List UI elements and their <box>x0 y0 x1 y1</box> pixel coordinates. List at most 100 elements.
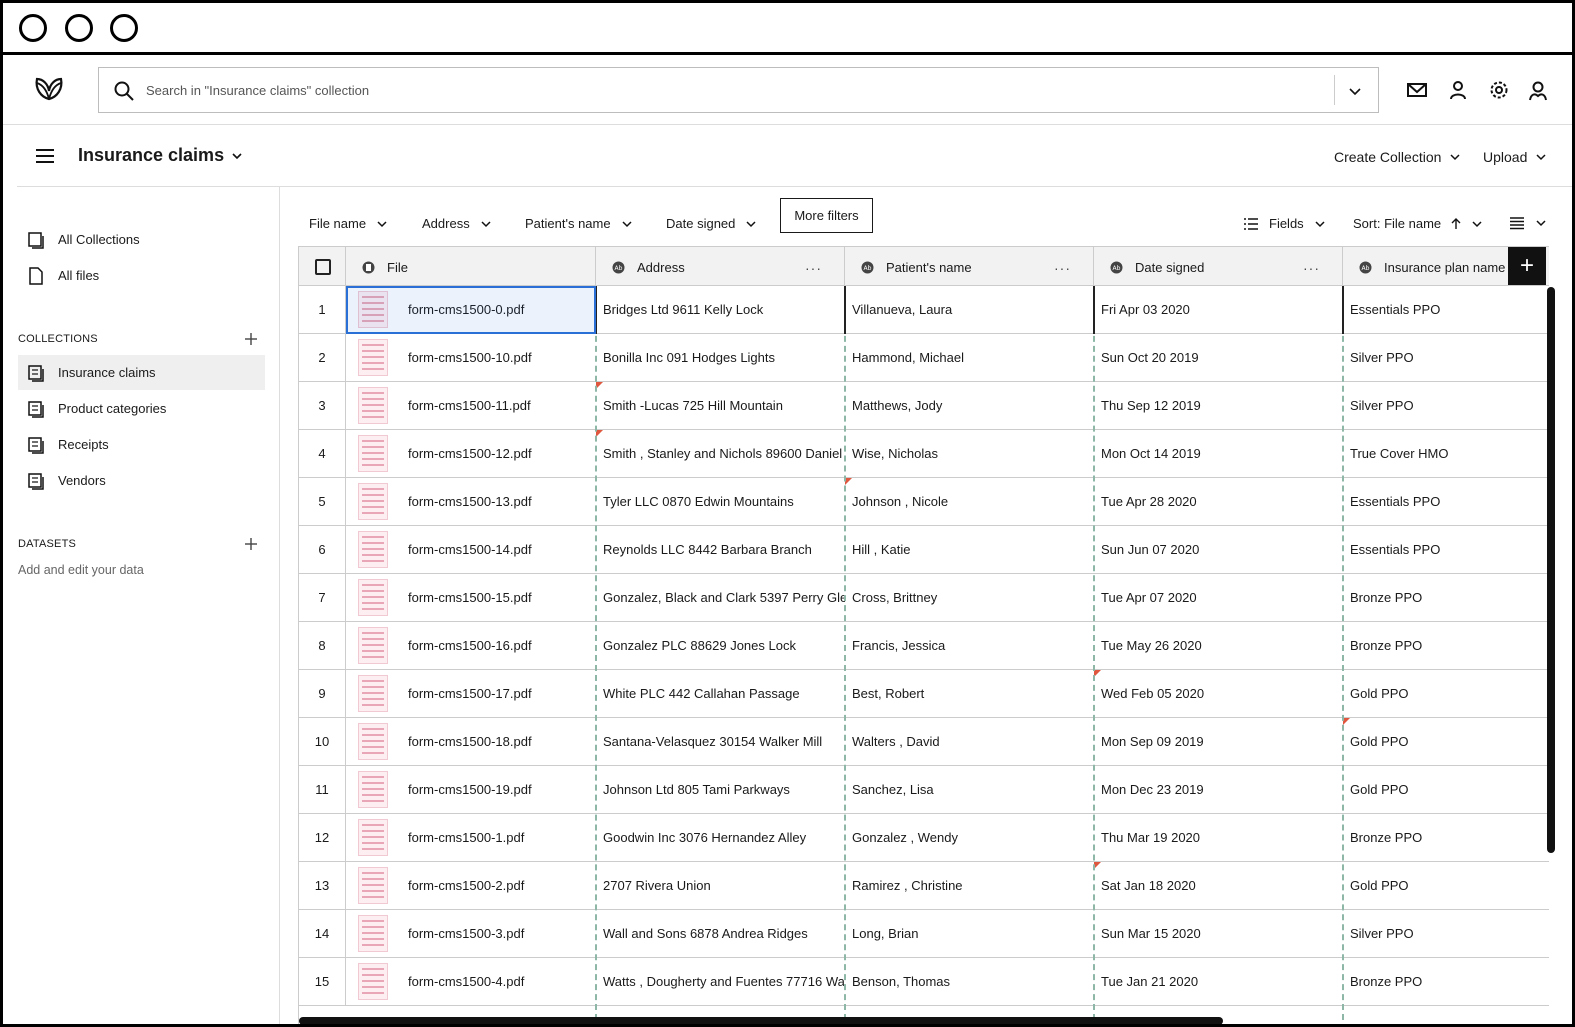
window-maximize-button[interactable] <box>110 14 138 42</box>
address-cell[interactable]: Watts , Dougherty and Fuentes 77716 Wa <box>596 958 845 1005</box>
hamburger-menu-icon[interactable] <box>35 147 55 165</box>
date-signed-cell[interactable]: Wed Feb 05 2020 <box>1094 670 1343 717</box>
insurance-plan-cell[interactable]: Gold PPO <box>1343 862 1549 909</box>
table-row[interactable]: 15 form-cms1500-4.pdf Watts , Dougherty an… <box>299 958 1549 1006</box>
patient-name-cell[interactable]: Johnson , Nicole <box>845 478 1094 525</box>
insurance-plan-cell[interactable]: Gold PPO <box>1343 670 1549 717</box>
file-cell[interactable]: form-cms1500-10.pdf <box>346 334 596 381</box>
date-signed-cell[interactable]: Tue Apr 07 2020 <box>1094 574 1343 621</box>
patient-name-cell[interactable]: Villanueva, Laura <box>845 286 1094 333</box>
address-cell[interactable]: Smith , Stanley and Nichols 89600 Daniel <box>596 430 845 477</box>
account-icon[interactable] <box>1527 79 1549 101</box>
date-signed-cell[interactable]: Tue Apr 28 2020 <box>1094 478 1343 525</box>
header-select-all[interactable] <box>299 247 346 287</box>
fields-button[interactable]: Fields <box>1243 216 1326 231</box>
address-cell[interactable]: White PLC 442 Callahan Passage <box>596 670 845 717</box>
sidebar-item-all-collections[interactable]: All Collections <box>18 222 265 257</box>
file-cell[interactable]: form-cms1500-4.pdf <box>346 958 596 1005</box>
table-row[interactable]: 4 form-cms1500-12.pdf Smith , Stanley and … <box>299 430 1549 478</box>
add-column-button[interactable]: + <box>1508 247 1546 285</box>
insurance-plan-cell[interactable]: Silver PPO <box>1343 910 1549 957</box>
file-cell[interactable]: form-cms1500-13.pdf <box>346 478 596 525</box>
address-cell[interactable]: Tyler LLC 0870 Edwin Mountains <box>596 478 845 525</box>
column-header-patient-name[interactable]: Ab Patient's name ··· <box>845 247 1094 287</box>
date-signed-cell[interactable]: Thu Mar 19 2020 <box>1094 814 1343 861</box>
date-signed-cell[interactable]: Sun Oct 20 2019 <box>1094 334 1343 381</box>
file-cell[interactable]: form-cms1500-1.pdf <box>346 814 596 861</box>
insurance-plan-cell[interactable]: Silver PPO <box>1343 382 1549 429</box>
pdf-thumbnail[interactable] <box>358 387 388 424</box>
file-cell[interactable]: form-cms1500-12.pdf <box>346 430 596 477</box>
table-row[interactable]: 6 form-cms1500-14.pdf Reynolds LLC 8442 Ba… <box>299 526 1549 574</box>
page-title[interactable]: Insurance claims <box>78 145 224 166</box>
address-cell[interactable]: Reynolds LLC 8442 Barbara Branch <box>596 526 845 573</box>
insurance-plan-cell[interactable]: Essentials PPO <box>1343 526 1549 573</box>
insurance-plan-cell[interactable]: Essentials PPO <box>1343 286 1549 333</box>
vertical-scrollbar[interactable] <box>1547 287 1555 853</box>
patient-name-cell[interactable]: Benson, Thomas <box>845 958 1094 1005</box>
column-header-date-signed[interactable]: Ab Date signed ··· <box>1094 247 1343 287</box>
search-bar[interactable] <box>98 67 1379 113</box>
filter-address[interactable]: Address <box>422 216 492 231</box>
address-cell[interactable]: Goodwin Inc 3076 Hernandez Alley <box>596 814 845 861</box>
pdf-thumbnail[interactable] <box>358 819 388 856</box>
date-signed-cell[interactable]: Thu Sep 12 2019 <box>1094 382 1343 429</box>
file-cell[interactable]: form-cms1500-11.pdf <box>346 382 596 429</box>
pdf-thumbnail[interactable] <box>358 723 388 760</box>
file-cell[interactable]: form-cms1500-14.pdf <box>346 526 596 573</box>
insurance-plan-cell[interactable]: Silver PPO <box>1343 334 1549 381</box>
window-close-button[interactable] <box>19 14 47 42</box>
table-row[interactable]: 9 form-cms1500-17.pdf White PLC 442 Callah… <box>299 670 1549 718</box>
filter-date-signed[interactable]: Date signed <box>666 216 757 231</box>
patient-name-cell[interactable]: Walters , David <box>845 718 1094 765</box>
mail-icon[interactable] <box>1406 79 1428 101</box>
gear-icon[interactable] <box>1488 79 1510 101</box>
patient-name-cell[interactable]: Francis, Jessica <box>845 622 1094 669</box>
filter-file-name[interactable]: File name <box>309 216 388 231</box>
patient-name-cell[interactable]: Best, Robert <box>845 670 1094 717</box>
patient-name-cell[interactable]: Matthews, Jody <box>845 382 1094 429</box>
patient-name-cell[interactable]: Long, Brian <box>845 910 1094 957</box>
pdf-thumbnail[interactable] <box>358 531 388 568</box>
sidebar-item-insurance-claims[interactable]: Insurance claims <box>18 355 265 390</box>
date-signed-cell[interactable]: Mon Oct 14 2019 <box>1094 430 1343 477</box>
file-cell[interactable]: form-cms1500-16.pdf <box>346 622 596 669</box>
table-row[interactable]: 13 form-cms1500-2.pdf 2707 Rivera Union Ram… <box>299 862 1549 910</box>
insurance-plan-cell[interactable]: Bronze PPO <box>1343 814 1549 861</box>
column-menu-icon[interactable]: ··· <box>1303 260 1320 276</box>
column-menu-icon[interactable]: ··· <box>805 260 822 276</box>
address-cell[interactable]: Gonzalez, Black and Clark 5397 Perry Gle <box>596 574 845 621</box>
date-signed-cell[interactable]: Tue May 26 2020 <box>1094 622 1343 669</box>
insurance-plan-cell[interactable]: Gold PPO <box>1343 766 1549 813</box>
pdf-thumbnail[interactable] <box>358 675 388 712</box>
upload-button[interactable]: Upload <box>1483 149 1547 165</box>
address-cell[interactable]: 2707 Rivera Union <box>596 862 845 909</box>
logo-icon[interactable] <box>31 69 67 105</box>
select-all-checkbox[interactable] <box>315 259 331 275</box>
chevron-down-icon[interactable] <box>230 149 244 163</box>
filter-patient-name[interactable]: Patient's name <box>525 216 633 231</box>
address-cell[interactable]: Gonzalez PLC 88629 Jones Lock <box>596 622 845 669</box>
pdf-thumbnail[interactable] <box>358 483 388 520</box>
table-row[interactable]: 5 form-cms1500-13.pdf Tyler LLC 0870 Edwin… <box>299 478 1549 526</box>
file-cell[interactable]: form-cms1500-15.pdf <box>346 574 596 621</box>
insurance-plan-cell[interactable]: Bronze PPO <box>1343 574 1549 621</box>
date-signed-cell[interactable]: Mon Sep 09 2019 <box>1094 718 1343 765</box>
patient-name-cell[interactable]: Sanchez, Lisa <box>845 766 1094 813</box>
pdf-thumbnail[interactable] <box>358 627 388 664</box>
patient-name-cell[interactable]: Hill , Katie <box>845 526 1094 573</box>
file-cell[interactable]: form-cms1500-3.pdf <box>346 910 596 957</box>
patient-name-cell[interactable]: Cross, Brittney <box>845 574 1094 621</box>
address-cell[interactable]: Bridges Ltd 9611 Kelly Lock <box>596 286 845 333</box>
date-signed-cell[interactable]: Mon Dec 23 2019 <box>1094 766 1343 813</box>
column-header-file[interactable]: File <box>346 247 596 287</box>
date-signed-cell[interactable]: Sun Jun 07 2020 <box>1094 526 1343 573</box>
patient-name-cell[interactable]: Gonzalez , Wendy <box>845 814 1094 861</box>
add-collection-icon[interactable] <box>244 332 258 346</box>
patient-name-cell[interactable]: Hammond, Michael <box>845 334 1094 381</box>
sort-button[interactable]: Sort: File name <box>1353 216 1483 231</box>
patient-name-cell[interactable]: Wise, Nicholas <box>845 430 1094 477</box>
column-header-address[interactable]: Ab Address ··· <box>596 247 845 287</box>
user-icon[interactable] <box>1447 79 1469 101</box>
patient-name-cell[interactable]: Ramirez , Christine <box>845 862 1094 909</box>
